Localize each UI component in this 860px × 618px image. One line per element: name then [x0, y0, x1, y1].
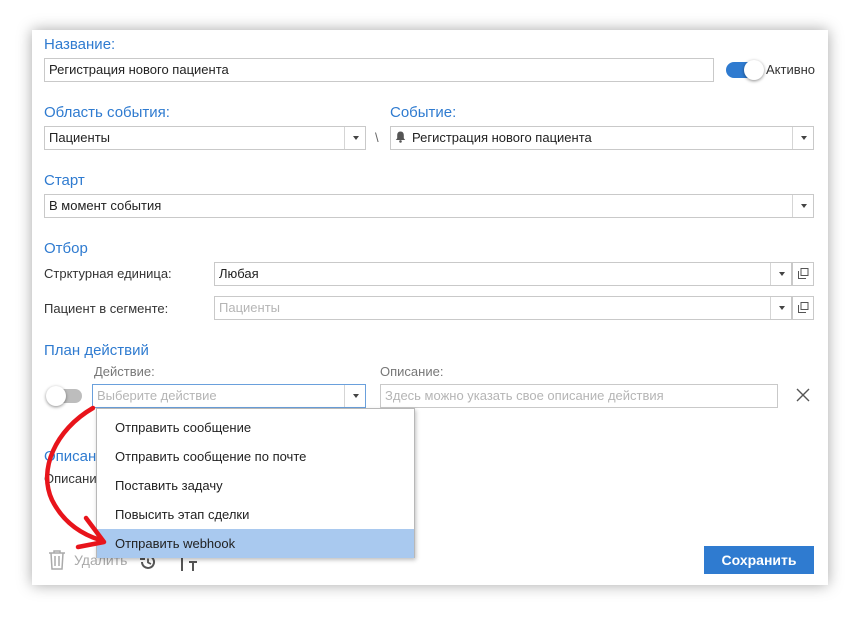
segment-dropdown-button[interactable]	[770, 297, 791, 319]
action-description-input[interactable]: Здесь можно указать свое описание действ…	[380, 384, 778, 408]
toggle-knob	[744, 60, 764, 80]
unit-label: Стрктурная единица:	[44, 266, 172, 281]
chevron-down-icon	[352, 136, 359, 140]
desc-label: Описание:	[380, 364, 444, 379]
action-dropdown-button[interactable]	[344, 385, 365, 407]
segment-label: Пациент в сегменте:	[44, 301, 169, 316]
chevron-down-icon	[778, 306, 785, 310]
active-label: Активно	[766, 62, 816, 77]
event-area-dropdown-button[interactable]	[344, 127, 365, 149]
action-label: Действие:	[94, 364, 155, 379]
dropdown-item-send-message[interactable]: Отправить сообщение	[97, 413, 414, 442]
dropdown-item-raise-deal-stage[interactable]: Повысить этап сделки	[97, 500, 414, 529]
chevron-down-icon	[778, 272, 785, 276]
start-select[interactable]: В момент события	[44, 194, 814, 218]
action-toggle[interactable]	[46, 386, 82, 406]
description-sub-label: Описание	[44, 471, 104, 486]
trash-icon[interactable]	[48, 550, 66, 573]
action-dropdown-menu: Отправить сообщение Отправить сообщение …	[96, 408, 415, 558]
action-placeholder: Выберите действие	[97, 388, 217, 403]
action-select[interactable]: Выберите действие	[92, 384, 366, 408]
segment-placeholder: Пациенты	[219, 300, 280, 315]
start-dropdown-button[interactable]	[792, 195, 813, 217]
segment-open-button[interactable]	[792, 296, 814, 320]
event-select[interactable]: Регистрация нового пациента	[390, 126, 814, 150]
separator-text: \	[375, 130, 379, 145]
event-area-select[interactable]: Пациенты	[44, 126, 366, 150]
event-dropdown-button[interactable]	[792, 127, 813, 149]
event-value: Регистрация нового пациента	[412, 130, 592, 145]
unit-select[interactable]: Любая	[214, 262, 792, 286]
open-external-icon	[797, 301, 809, 316]
dropdown-item-send-webhook[interactable]: Отправить webhook	[97, 529, 414, 558]
open-external-icon	[797, 267, 809, 282]
start-value: В момент события	[49, 198, 162, 213]
active-toggle[interactable]	[726, 60, 764, 80]
chevron-down-icon	[352, 394, 359, 398]
dropdown-item-send-email[interactable]: Отправить сообщение по почте	[97, 442, 414, 471]
save-button[interactable]: Сохранить	[704, 546, 814, 574]
filter-label: Отбор	[44, 240, 88, 257]
unit-open-button[interactable]	[792, 262, 814, 286]
close-icon[interactable]	[795, 387, 811, 403]
plan-label: План действий	[44, 342, 149, 359]
name-input[interactable]: Регистрация нового пациента	[44, 58, 714, 82]
dropdown-item-create-task[interactable]: Поставить задачу	[97, 471, 414, 500]
event-area-value: Пациенты	[49, 130, 110, 145]
unit-value: Любая	[219, 266, 259, 281]
name-label: Название:	[44, 36, 116, 53]
start-label: Старт	[44, 172, 85, 189]
chevron-down-icon	[800, 204, 807, 208]
toggle-knob	[46, 386, 66, 406]
segment-select[interactable]: Пациенты	[214, 296, 792, 320]
unit-dropdown-button[interactable]	[770, 263, 791, 285]
event-area-label: Область события:	[44, 104, 170, 121]
chevron-down-icon	[800, 136, 807, 140]
event-label: Событие:	[390, 104, 457, 121]
bell-icon	[395, 128, 406, 149]
